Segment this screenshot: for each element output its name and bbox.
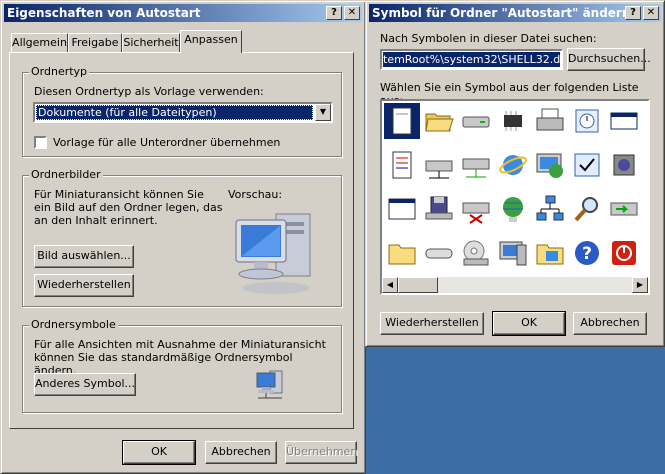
power-icon[interactable] <box>608 237 640 269</box>
folder-closed-icon[interactable] <box>386 237 418 269</box>
cd-audio-icon[interactable] <box>608 149 640 181</box>
apply-button[interactable]: Übernehmen <box>285 441 357 464</box>
globe-network-icon[interactable] <box>497 193 529 225</box>
properties-titlebar[interactable]: Eigenschaften von Autostart ? ✕ <box>4 4 362 22</box>
choose-picture-button[interactable]: Bild auswählen... <box>34 245 134 268</box>
template-select[interactable]: Dokumente (für alle Dateitypen) ▼ <box>33 102 333 123</box>
drive-disconnected-icon[interactable] <box>460 193 492 225</box>
restore-icon-button[interactable]: Wiederherstellen <box>380 312 484 335</box>
scroll-right-icon[interactable]: ▶ <box>632 277 648 293</box>
dialog-ok-label: OK <box>521 316 537 329</box>
template-select-value: Dokumente (für alle Dateitypen) <box>36 105 313 120</box>
restore-picture-label: Wiederherstellen <box>37 278 131 291</box>
help-button[interactable]: ? <box>625 6 641 20</box>
properties-window: Eigenschaften von Autostart ? ✕ Allgemei… <box>0 0 366 474</box>
subfolder-checkbox-label: Vorlage für alle Unterordner übernehmen <box>53 136 281 149</box>
restore-icon-label: Wiederherstellen <box>385 316 479 329</box>
tab-panel: Ordnertyp Diesen Ordnertyp als Vorlage v… <box>9 52 354 429</box>
clock-icon[interactable] <box>571 105 603 137</box>
monitor-globe-icon[interactable] <box>534 149 566 181</box>
removable-drive-icon[interactable] <box>423 237 455 269</box>
browse-button[interactable]: Durchsuchen... <box>567 48 651 71</box>
network-drive-icon[interactable] <box>460 149 492 181</box>
control-panel-folder-icon[interactable] <box>534 237 566 269</box>
close-button[interactable]: ✕ <box>643 6 659 20</box>
window-title: Eigenschaften von Autostart <box>7 6 201 20</box>
group-ordnersymbole: Ordnersymbole Für alle Ansichten mit Aus… <box>22 318 342 413</box>
icon-list[interactable]: ? ◀ ▶ <box>380 99 650 295</box>
folder-open-icon[interactable] <box>423 105 455 137</box>
network-computers-icon[interactable] <box>534 193 566 225</box>
floppy-network-icon[interactable] <box>423 193 455 225</box>
close-button[interactable]: ✕ <box>344 6 360 20</box>
group-ordnertyp: Ordnertyp Diesen Ordnertyp als Vorlage v… <box>22 65 342 157</box>
window-app-icon[interactable] <box>386 193 418 225</box>
printer-icon[interactable] <box>534 105 566 137</box>
ok-button[interactable]: OK <box>122 440 196 465</box>
icon-grid: ? <box>382 101 648 277</box>
blank-document-icon[interactable] <box>384 103 420 139</box>
help-button[interactable]: ? <box>326 6 342 20</box>
scroll-thumb[interactable] <box>398 277 438 293</box>
group-legend: Ordnerbilder <box>29 168 103 181</box>
template-prompt: Diesen Ordnertyp als Vorlage verwenden: <box>34 85 264 98</box>
document-list-icon[interactable] <box>386 149 418 181</box>
cd-drive-icon[interactable] <box>460 237 492 269</box>
chevron-down-icon[interactable]: ▼ <box>315 104 331 121</box>
tab-sicherheit[interactable]: Sicherheit <box>122 33 180 52</box>
dialog-cancel-label: Abbrechen <box>580 316 640 329</box>
dialog-title: Symbol für Ordner "Autostart" ändern <box>372 6 631 20</box>
dialog-titlebar[interactable]: Symbol für Ordner "Autostart" ändern ? ✕ <box>369 4 661 22</box>
window-run-icon[interactable] <box>608 105 640 137</box>
chip-icon[interactable] <box>497 105 529 137</box>
magnifier-icon[interactable] <box>571 193 603 225</box>
file-path-input[interactable]: temRoot%\system32\SHELL32.dll <box>380 49 563 70</box>
group-legend: Ordnersymbole <box>29 318 118 331</box>
tab-anpassen[interactable]: Anpassen <box>180 30 242 53</box>
svg-text:?: ? <box>582 244 592 264</box>
change-icon-dialog: Symbol für Ordner "Autostart" ändern ? ✕… <box>365 0 665 347</box>
other-symbol-button[interactable]: Anderes Symbol... <box>34 373 136 396</box>
computer-icon[interactable] <box>497 237 529 269</box>
drive-icon[interactable] <box>460 105 492 137</box>
picture-description: Für Miniaturansicht können Sie ein Bild … <box>34 188 223 227</box>
dialog-cancel-button[interactable]: Abbrechen <box>573 312 647 335</box>
internet-explorer-icon[interactable] <box>497 149 529 181</box>
dialog-ok-button[interactable]: OK <box>492 311 566 336</box>
horizontal-scrollbar[interactable]: ◀ ▶ <box>382 277 648 293</box>
apply-label: Übernehmen <box>286 445 358 458</box>
tab-freigabe[interactable]: Freigabe <box>68 33 122 52</box>
help-icon[interactable]: ? <box>571 237 603 269</box>
tab-allgemein[interactable]: Allgemein <box>11 33 68 52</box>
browse-label: Durchsuchen... <box>568 52 651 65</box>
scroll-left-icon[interactable]: ◀ <box>382 277 398 293</box>
cancel-button[interactable]: Abbrechen <box>205 441 277 464</box>
drive-network-icon[interactable] <box>423 149 455 181</box>
preview-label: Vorschau: <box>228 188 283 201</box>
cancel-label: Abbrechen <box>211 445 271 458</box>
checkbox-window-icon[interactable] <box>571 149 603 181</box>
restore-picture-button[interactable]: Wiederherstellen <box>34 274 134 297</box>
subfolder-checkbox[interactable] <box>34 136 47 149</box>
ok-label: OK <box>151 445 167 458</box>
symbol-description: Für alle Ansichten mit Ausnahme der Mini… <box>34 338 326 377</box>
file-path-value: temRoot%\system32\SHELL32.dll <box>383 52 560 67</box>
drive-arrow-icon[interactable] <box>608 193 640 225</box>
search-label: Nach Symbolen in dieser Datei suchen: <box>380 32 597 45</box>
computer-preview-icon <box>235 213 311 294</box>
group-ordnerbilder: Ordnerbilder Für Miniaturansicht können … <box>22 168 342 307</box>
group-legend: Ordnertyp <box>29 65 90 78</box>
computer-network-icon <box>256 370 283 399</box>
other-symbol-label: Anderes Symbol... <box>35 377 135 390</box>
choose-picture-label: Bild auswählen... <box>37 249 131 262</box>
